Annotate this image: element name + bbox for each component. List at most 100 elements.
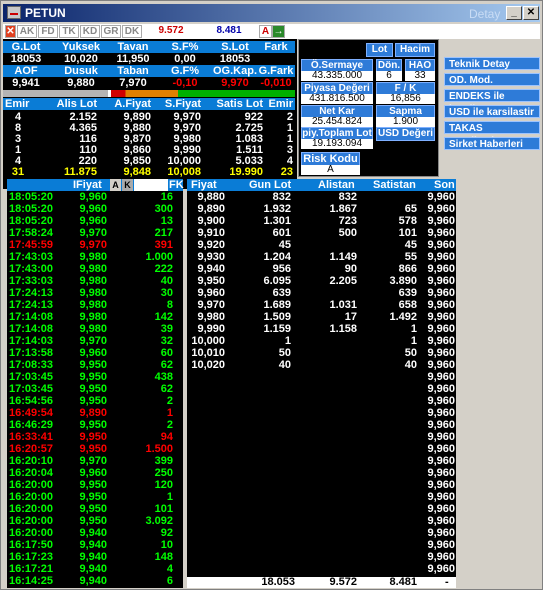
menu-takas-karsilastir[interactable]: TAKAS Karsilastirm [444, 121, 540, 147]
trade-row[interactable]: 17:43:03 9,980 1.000 [7, 251, 183, 263]
price-level-row[interactable]: 9,970 1.689 1.031 658 9,960 [187, 299, 456, 311]
trade-row[interactable]: 16:33:41 9,950 94 [7, 431, 183, 443]
trade-row[interactable]: 16:20:00 9,950 120 [7, 479, 183, 491]
price-level-row[interactable]: 9,910 601 500 101 9,960 [187, 227, 456, 239]
trade-row[interactable]: 16:20:57 9,950 1.500 [7, 443, 183, 455]
price-level-row[interactable]: 9,980 1.509 17 1.492 9,960 [187, 311, 456, 323]
trade-row[interactable]: 17:33:03 9,980 40 [7, 275, 183, 287]
levels-gunlot-header[interactable]: Gun Lot [249, 179, 291, 191]
trade-time: 16:20:00 [9, 527, 54, 539]
price-level-row[interactable]: 9,990 1.159 1.158 1 9,960 [187, 323, 456, 335]
trade-row[interactable]: 17:14:08 9,980 142 [7, 311, 183, 323]
trade-row[interactable]: 17:03:45 9,950 438 [7, 371, 183, 383]
minimize-button[interactable]: _ [506, 6, 522, 20]
summary-dusuk-label: Dusuk [64, 65, 98, 77]
price-level-row[interactable]: 10,000 1 1 9,960 [187, 335, 456, 347]
tab-fd[interactable]: FD [38, 25, 58, 38]
trade-row[interactable]: 17:14:03 9,970 32 [7, 335, 183, 347]
trade-row[interactable]: 16:14:25 9,940 6 [7, 575, 183, 587]
usd-degeri-button[interactable]: USD Değeri [376, 127, 435, 141]
price-level-row[interactable]: 10,010 50 50 9,960 [187, 347, 456, 359]
fk-button[interactable]: FK [169, 179, 184, 191]
level-alistan: 500 [338, 227, 357, 239]
menu-endeks-karsilastir[interactable]: ENDEKS ile karsilas [444, 89, 540, 115]
price-level-row[interactable]: 9,890 1.932 1.867 65 9,960 [187, 203, 456, 215]
price-levels-table[interactable]: 9,880 832 832 9,960 9,890 1.932 1.867 65 9,960 9,… [187, 191, 456, 588]
depth-header-1: Alis Lot [56, 98, 97, 110]
tab-tk[interactable]: TK [59, 25, 79, 38]
trade-row[interactable]: 16:20:00 9,950 1 [7, 491, 183, 503]
trades-list[interactable]: 18:05:20 9,960 16 18:05:20 9,960 300 18:05:20 9… [7, 191, 183, 588]
menu-sirket-haberleri[interactable]: Sirket Haberleri [444, 137, 540, 150]
trade-row[interactable]: 16:17:21 9,940 4 [7, 563, 183, 575]
trade-row[interactable]: 16:17:23 9,940 148 [7, 551, 183, 563]
price-level-row[interactable]: 9,900 1.301 723 578 9,960 [187, 215, 456, 227]
trade-row[interactable]: 16:20:00 9,940 92 [7, 527, 183, 539]
levels-fiyat-header[interactable]: Fiyat [191, 179, 217, 191]
trade-row[interactable]: 18:05:20 9,960 13 [7, 215, 183, 227]
trade-row[interactable]: 18:05:20 9,960 300 [7, 203, 183, 215]
levels-alistan-header[interactable]: Alistan [318, 179, 355, 191]
lot-button[interactable]: Lot [366, 43, 393, 57]
menu-usd-karsilastir[interactable]: USD ile karsilastir [444, 105, 540, 118]
summary-slot-value: 18053 [219, 53, 251, 65]
close-button[interactable]: ✕ [523, 6, 539, 20]
summary-g-fark-value: -0,010 [260, 77, 292, 89]
menu-teknik-detay[interactable]: Teknik Detay [444, 57, 540, 70]
trade-row[interactable]: 16:20:00 9,950 101 [7, 503, 183, 515]
price-level-row[interactable]: 9,880 832 832 9,960 [187, 191, 456, 203]
trade-row[interactable]: 17:13:58 9,960 60 [7, 347, 183, 359]
price-level-row[interactable]: 9,930 1.204 1.149 55 9,960 [187, 251, 456, 263]
trade-row[interactable]: 16:49:54 9,890 1 [7, 407, 183, 419]
trade-row[interactable]: 17:58:24 9,970 217 [7, 227, 183, 239]
trade-row[interactable]: 17:45:59 9,970 391 [7, 239, 183, 251]
price-level-row[interactable]: 9,920 45 45 9,960 [187, 239, 456, 251]
close-x-icon[interactable]: ✕ [5, 25, 16, 38]
summary-gf-value: -0,10 [172, 77, 198, 89]
trade-time: 16:20:10 [9, 455, 54, 467]
alarm-a-button[interactable]: A [259, 25, 272, 38]
price-level-row[interactable]: 9,950 6.095 2.205 3.890 9,960 [187, 275, 456, 287]
filter-a-button[interactable]: A [110, 179, 121, 191]
trade-row[interactable]: 17:24:13 9,980 30 [7, 287, 183, 299]
trade-row[interactable]: 16:54:56 9,950 2 [7, 395, 183, 407]
summary-og-kap-label: OG.Kap. [213, 65, 258, 77]
filter-input[interactable] [134, 179, 168, 191]
levels-son-header[interactable]: Son [434, 179, 455, 191]
levels-header: Fiyat Gun Lot Alistan Satistan Son [187, 179, 456, 191]
tab-kd[interactable]: KD [80, 25, 100, 38]
trade-lot: 1 [166, 407, 173, 419]
trade-lot: 1 [166, 491, 173, 503]
don-value: 6 [376, 71, 402, 81]
trade-row[interactable]: 18:05:20 9,960 16 [7, 191, 183, 203]
go-arrow-icon[interactable]: → [272, 25, 285, 38]
level-son-extra: 9,960 [427, 431, 455, 443]
levels-satistan-header[interactable]: Satistan [373, 179, 416, 191]
trade-row[interactable]: 16:20:00 9,950 3.092 [7, 515, 183, 527]
trade-row[interactable]: 16:20:04 9,960 250 [7, 467, 183, 479]
filter-k-button[interactable]: K [122, 179, 133, 191]
trade-row[interactable]: 16:17:50 9,940 10 [7, 539, 183, 551]
level-son-extra: 9,960 [427, 371, 455, 383]
menu-od-mod[interactable]: OD. Mod. [444, 73, 540, 86]
footer-avg-1: 9.572 [329, 576, 357, 588]
trade-row[interactable]: 17:08:33 9,950 62 [7, 359, 183, 371]
tab-ak[interactable]: AK [17, 25, 37, 38]
trade-row[interactable]: 16:46:29 9,950 2 [7, 419, 183, 431]
title-bar[interactable]: PETUN Detay _ ✕ [3, 4, 540, 22]
trade-row[interactable]: 17:24:13 9,980 8 [7, 299, 183, 311]
trade-lot: 94 [160, 431, 173, 443]
trade-row[interactable]: 17:14:08 9,980 39 [7, 323, 183, 335]
trade-row[interactable]: 16:20:10 9,970 399 [7, 455, 183, 467]
tab-gr[interactable]: GR [101, 25, 121, 38]
summary-tavan-label: Tavan [117, 41, 149, 53]
trade-row[interactable]: 17:03:45 9,950 62 [7, 383, 183, 395]
price-level-row[interactable]: 10,020 40 40 9,960 [187, 359, 456, 371]
tab-dk[interactable]: DK [122, 25, 142, 38]
app-icon[interactable] [7, 6, 21, 19]
price-level-row[interactable]: 9,960 639 639 9,960 [187, 287, 456, 299]
trade-time: 18:05:20 [9, 203, 54, 215]
hacim-button[interactable]: Hacim [395, 43, 435, 57]
trade-row[interactable]: 17:43:00 9,980 222 [7, 263, 183, 275]
price-level-row[interactable]: 9,940 956 90 866 9,960 [187, 263, 456, 275]
